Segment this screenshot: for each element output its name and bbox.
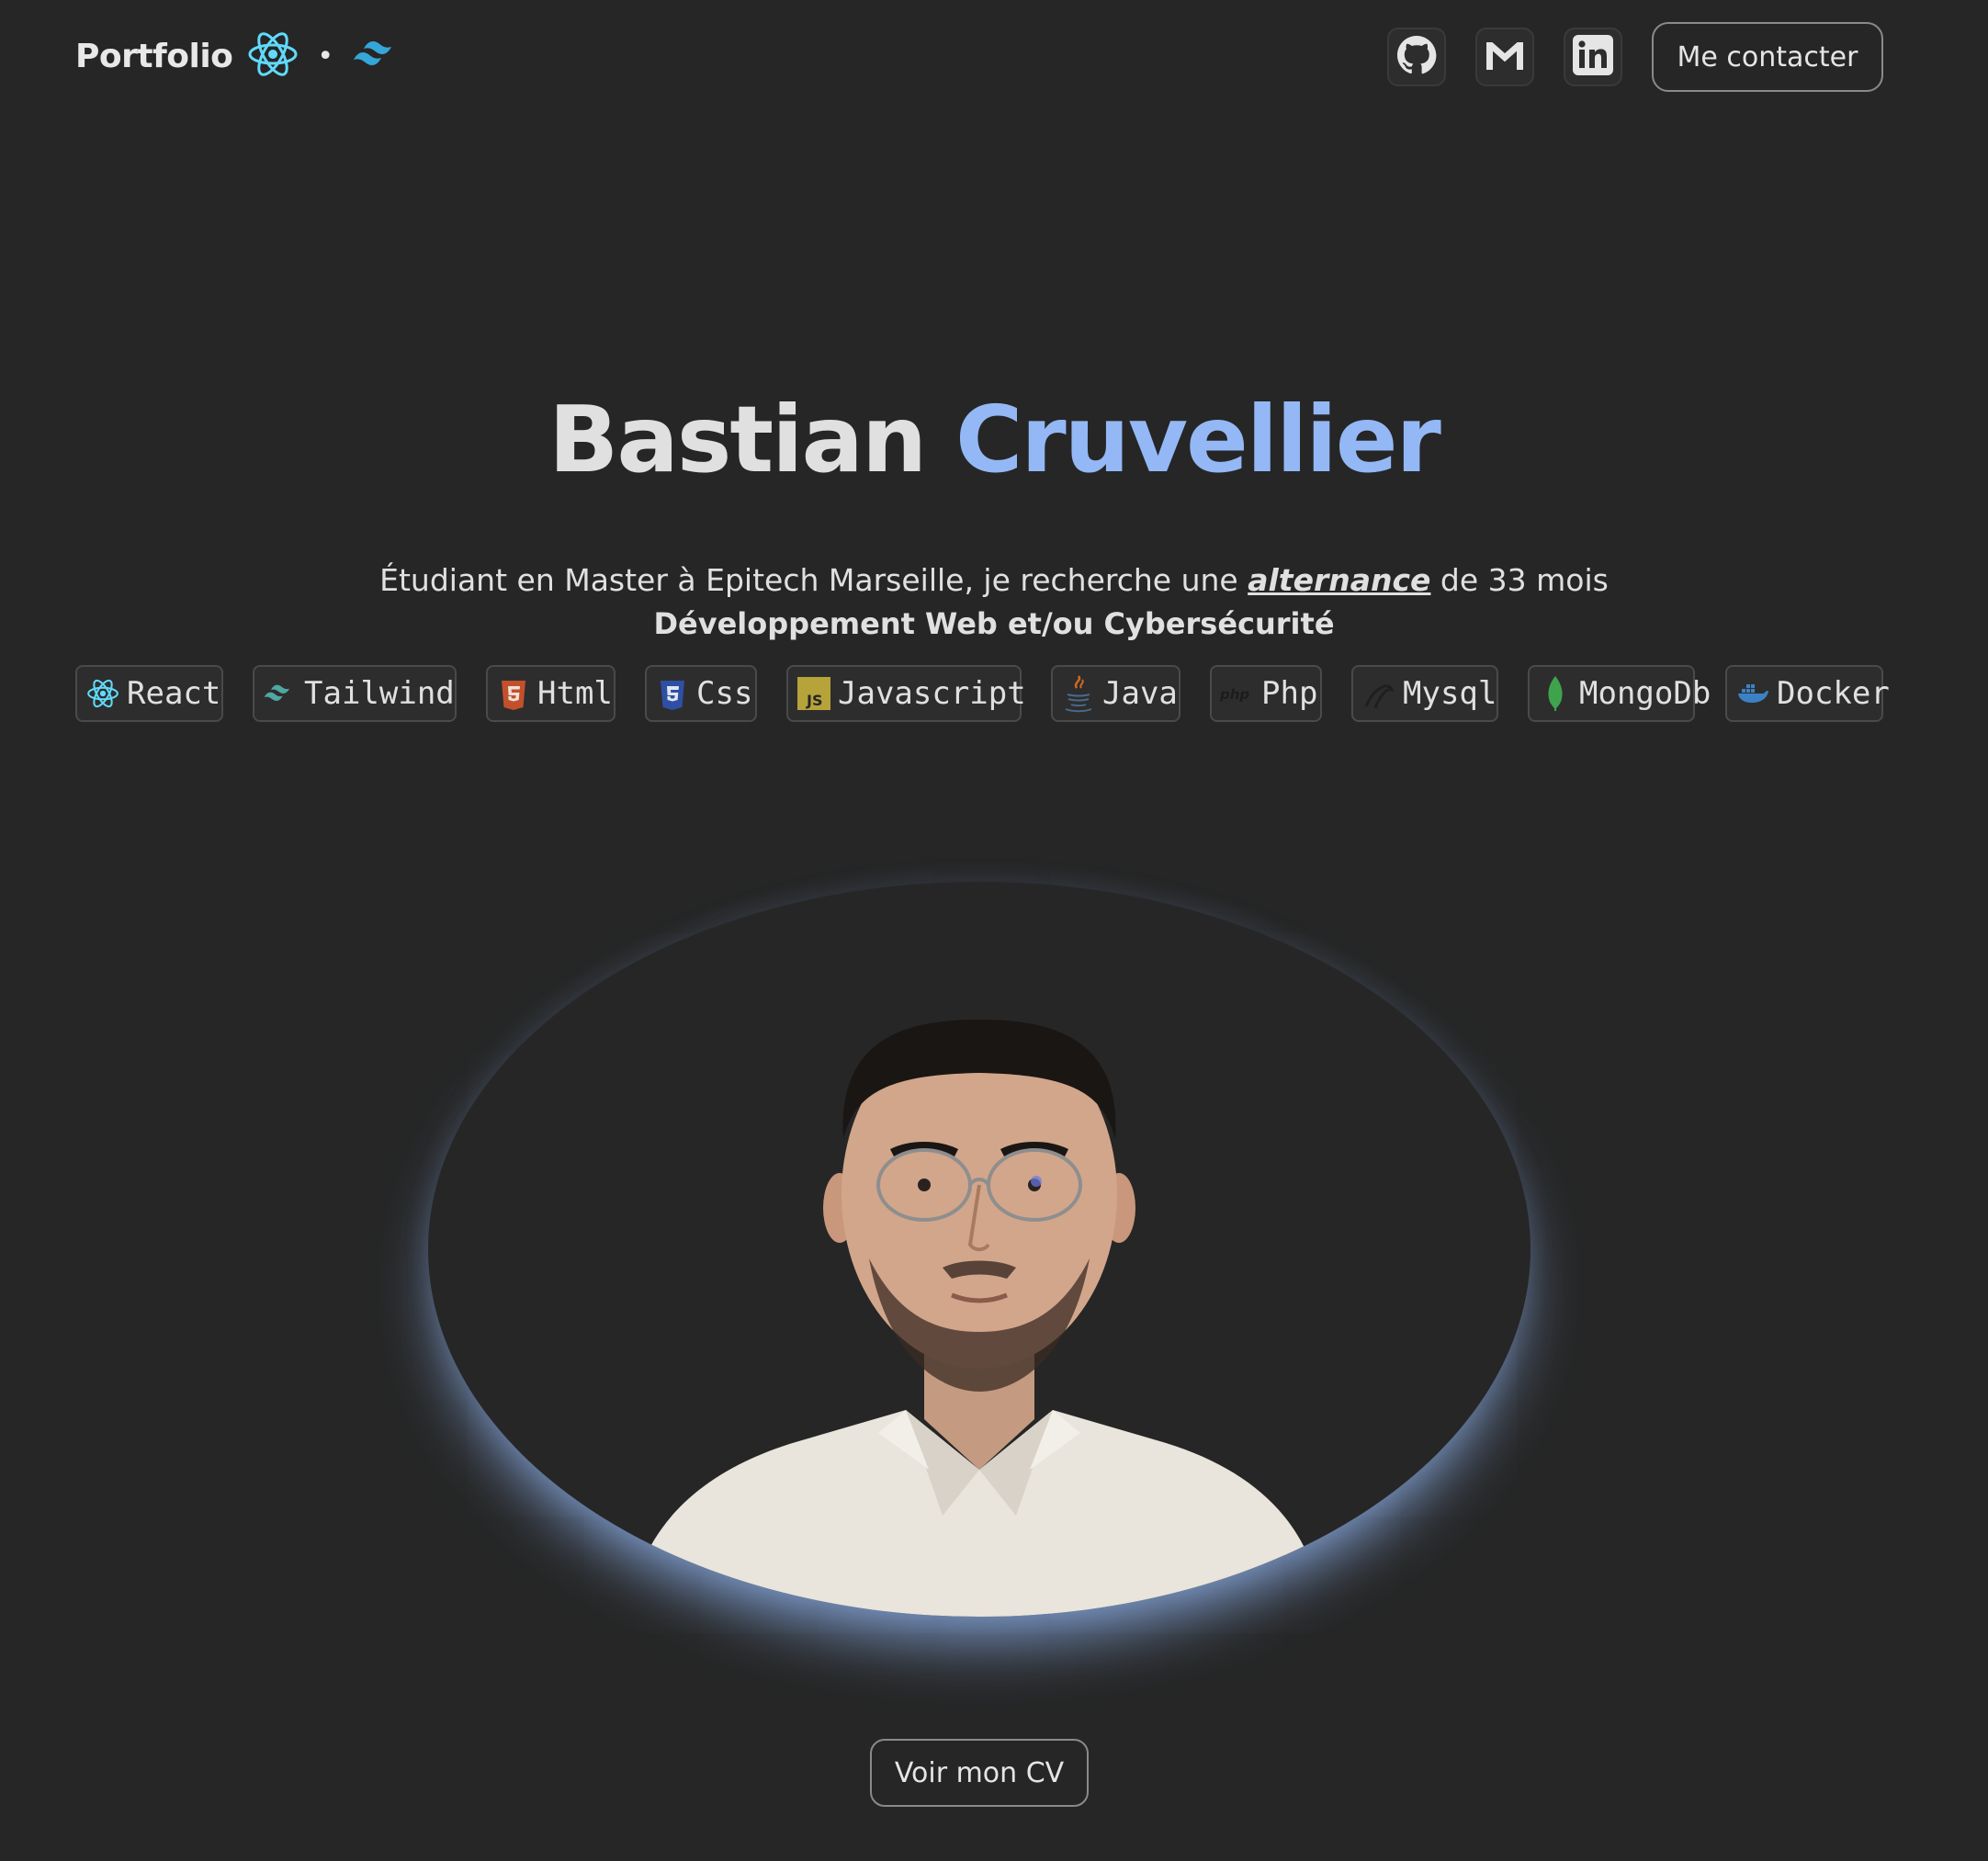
java-icon xyxy=(1060,675,1097,713)
javascript-icon: JS xyxy=(796,675,832,712)
tailwind-logo-icon xyxy=(350,36,405,76)
tagline-after: de 33 mois xyxy=(1430,562,1609,598)
tagline-before: Étudiant en Master à Epitech Marseille, … xyxy=(379,562,1248,598)
skill-badge-mysql: Mysql xyxy=(1351,665,1498,722)
skill-badge-php: php Php xyxy=(1210,665,1322,722)
portfolio-page: Portfolio • Me contacter Bastian Cruvell… xyxy=(0,0,1988,1861)
gmail-icon xyxy=(1483,33,1527,81)
tailwind-icon xyxy=(262,675,299,712)
hero-last-name: Cruvellier xyxy=(954,386,1441,493)
profile-photo xyxy=(628,1020,1324,1617)
skill-label: Css xyxy=(696,675,753,712)
skill-badge-java: Java xyxy=(1051,665,1180,722)
skill-badge-javascript: JS Javascript xyxy=(786,665,1026,722)
svg-text:JS: JS xyxy=(806,692,822,709)
svg-text:php: php xyxy=(1219,686,1249,703)
react-logo-icon xyxy=(245,27,300,85)
hero-name: Bastian Cruvellier xyxy=(0,386,1988,493)
hero-tagline: Étudiant en Master à Epitech Marseille, … xyxy=(0,562,1988,598)
brand[interactable]: Portfolio • xyxy=(75,28,405,85)
linkedin-button[interactable] xyxy=(1564,28,1622,86)
hero-first-name: Bastian xyxy=(548,386,927,493)
skill-badge-mongodb: MongoDb xyxy=(1528,665,1711,722)
skill-label: Mysql xyxy=(1403,675,1497,712)
skill-badge-tailwind: Tailwind xyxy=(253,665,457,722)
contact-button[interactable]: Me contacter xyxy=(1652,22,1883,92)
linkedin-icon xyxy=(1571,33,1615,81)
brand-separator: • xyxy=(317,39,334,73)
profile-photo-frame xyxy=(428,882,1531,1617)
skill-label: Java xyxy=(1102,675,1178,712)
skill-label: Javascript xyxy=(838,675,1026,712)
github-button[interactable] xyxy=(1387,28,1446,86)
docker-icon xyxy=(1734,675,1771,712)
github-icon xyxy=(1395,33,1439,81)
php-icon: php xyxy=(1219,675,1256,712)
skill-label: Html xyxy=(537,675,613,712)
skill-label: Docker xyxy=(1777,675,1890,712)
brand-title: Portfolio xyxy=(75,37,233,75)
skill-badge-css: Css xyxy=(645,665,757,722)
skill-badge-react: React xyxy=(75,665,223,722)
skill-label: MongoDb xyxy=(1579,675,1711,712)
skill-label: React xyxy=(127,675,221,712)
react-icon xyxy=(85,675,121,712)
css3-icon xyxy=(654,675,691,712)
skill-badge-docker: Docker xyxy=(1725,665,1890,722)
mongodb-icon xyxy=(1537,675,1574,712)
mysql-icon xyxy=(1361,675,1397,712)
view-cv-button[interactable]: Voir mon CV xyxy=(870,1739,1089,1807)
skill-label: Tailwind xyxy=(304,675,455,712)
skill-badge-html: Html xyxy=(486,665,616,722)
tagline-accent: alternance xyxy=(1248,562,1431,598)
hero-specialty: Développement Web et/ou Cybersécurité xyxy=(653,606,1335,641)
skill-label: Php xyxy=(1261,675,1318,712)
html5-icon xyxy=(495,675,532,712)
gmail-button[interactable] xyxy=(1475,28,1534,86)
